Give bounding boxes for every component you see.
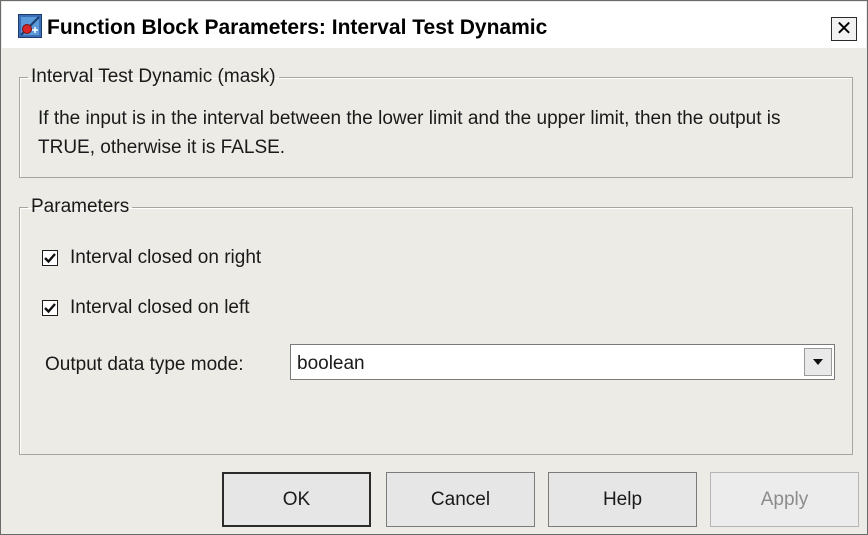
interval-closed-left-checkbox[interactable]: Interval closed on left — [42, 297, 250, 319]
window-title: Function Block Parameters: Interval Test… — [47, 16, 548, 39]
interval-closed-right-checkbox[interactable]: Interval closed on right — [42, 247, 261, 269]
checkmark-icon — [44, 303, 56, 314]
parameters-group: Parameters — [19, 197, 853, 455]
output-data-type-mode-label: Output data type mode: — [45, 354, 244, 375]
select-value: boolean — [297, 353, 365, 374]
ok-button[interactable]: OK — [222, 472, 371, 527]
checkbox-label: Interval closed on left — [70, 297, 250, 318]
output-data-type-mode-select[interactable]: boolean — [290, 344, 835, 380]
parameters-legend: Parameters — [31, 196, 130, 217]
close-button[interactable]: ✕ — [831, 17, 857, 41]
help-button[interactable]: Help — [548, 472, 697, 527]
title-bar[interactable]: Function Block Parameters: Interval Test… — [2, 2, 866, 48]
checkbox-label: Interval closed on right — [70, 247, 262, 268]
apply-button[interactable]: Apply — [710, 472, 859, 527]
checkbox-box[interactable] — [42, 300, 58, 316]
simulink-block-icon — [18, 14, 42, 38]
checkmark-icon — [44, 253, 56, 264]
mask-description-text: If the input is in the interval between … — [38, 108, 781, 158]
cancel-button[interactable]: Cancel — [386, 472, 535, 527]
dialog-window: Function Block Parameters: Interval Test… — [0, 0, 868, 535]
close-icon: ✕ — [835, 18, 853, 40]
checkbox-box[interactable] — [42, 250, 58, 266]
chevron-down-icon — [813, 359, 823, 365]
mask-group-legend: Interval Test Dynamic (mask) — [31, 66, 276, 87]
dropdown-button[interactable] — [804, 348, 832, 376]
